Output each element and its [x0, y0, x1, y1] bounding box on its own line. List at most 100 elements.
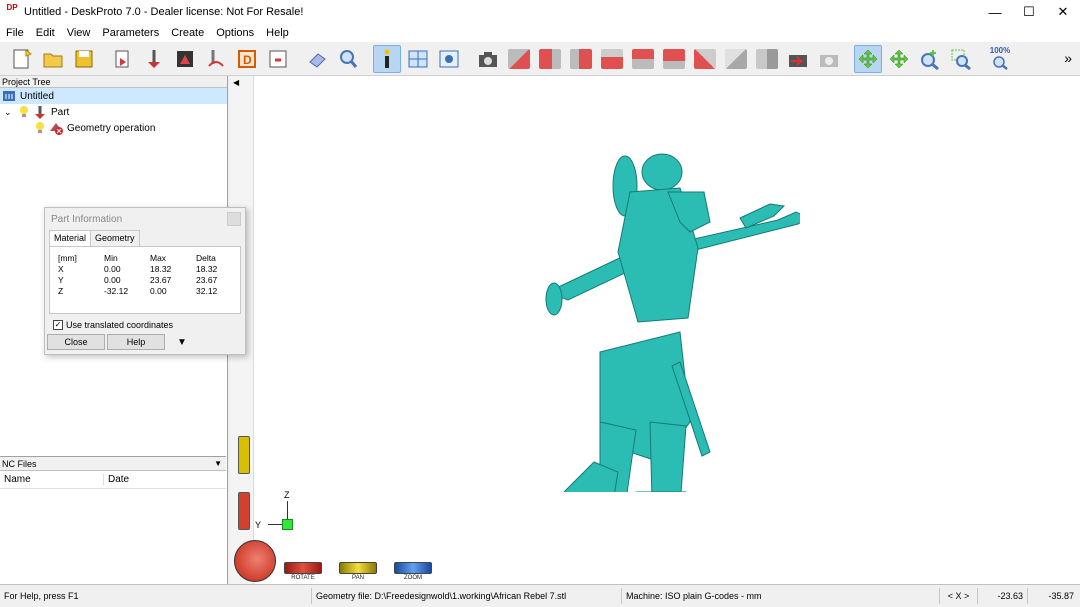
status-coord-label[interactable]: < X >	[940, 588, 978, 604]
cube-bottom-icon	[694, 48, 716, 69]
maximize-button[interactable]: ☐	[1012, 0, 1046, 24]
screenshot-button[interactable]	[474, 45, 502, 73]
toolpath-button[interactable]	[202, 45, 230, 73]
save-project-button[interactable]	[70, 45, 98, 73]
create-nc-button[interactable]: D	[233, 45, 261, 73]
menu-file[interactable]: File	[0, 27, 30, 39]
pan-mode-indicator[interactable]	[339, 562, 377, 574]
dialog-title-bar: Part Information	[45, 208, 245, 230]
menu-view[interactable]: View	[61, 27, 97, 39]
cube-gray2-icon	[756, 48, 778, 69]
checkbox-label: Use translated coordinates	[66, 320, 174, 330]
status-bar: For Help, press F1 Geometry file: D:\Fre…	[0, 584, 1080, 607]
zoom-window-button[interactable]	[947, 45, 975, 73]
pan-wheel[interactable]	[238, 436, 250, 474]
checkbox-checked-icon[interactable]: ✓	[53, 320, 63, 330]
status-help: For Help, press F1	[0, 588, 312, 604]
window-title: Untitled - DeskProto 7.0 - Dealer licens…	[24, 6, 304, 18]
table-cell: -32.12	[104, 286, 129, 296]
single-view-button[interactable]	[404, 45, 432, 73]
rotate-wheel[interactable]	[238, 492, 250, 530]
view-top-button[interactable]	[660, 45, 688, 73]
view-front-button[interactable]	[536, 45, 564, 73]
column-name[interactable]: Name	[0, 474, 104, 485]
cube-right-icon	[632, 48, 654, 69]
cube-gray-icon	[725, 48, 747, 69]
dialog-title: Part Information	[51, 213, 123, 225]
new-document-icon	[13, 48, 32, 68]
previous-view-button[interactable]	[784, 45, 812, 73]
close-button[interactable]: ✕	[1046, 0, 1080, 24]
pan-mode-button[interactable]	[885, 45, 913, 73]
tree-item-part[interactable]: ⌄ Part	[0, 104, 227, 120]
dropdown-icon[interactable]: ▼	[214, 459, 222, 468]
translated-coordinates-row[interactable]: ✓ Use translated coordinates	[53, 320, 245, 330]
view-right-button[interactable]	[629, 45, 657, 73]
lightbulb-icon[interactable]	[18, 105, 30, 119]
tree-item-geometry-operation[interactable]: Geometry operation	[0, 120, 227, 136]
chevron-down-icon[interactable]: ⌄	[4, 107, 18, 118]
minimize-button[interactable]: —	[978, 0, 1012, 24]
project-tree-header: Project Tree	[0, 76, 227, 88]
import-geometry-button[interactable]	[109, 45, 137, 73]
view-gray-button[interactable]	[722, 45, 750, 73]
menu-create[interactable]: Create	[165, 27, 210, 39]
part-information-dialog: Part Information Material Geometry [mm] …	[44, 207, 246, 355]
table-header: Min	[104, 253, 118, 263]
status-geometry-file: Geometry file: D:\Freedesignwold\1.worki…	[312, 588, 622, 604]
view-left-button[interactable]	[598, 45, 626, 73]
table-header: Delta	[196, 253, 216, 263]
close-dialog-button[interactable]: Close	[47, 334, 105, 350]
eraser-button[interactable]	[303, 45, 331, 73]
tab-geometry[interactable]: Geometry	[90, 230, 140, 246]
help-dialog-button[interactable]: Help	[107, 334, 165, 350]
cube-front-icon	[539, 48, 561, 69]
zoom-mode-button[interactable]	[916, 45, 944, 73]
collapse-arrow-icon[interactable]: ◀	[233, 78, 239, 87]
3d-model	[545, 153, 800, 492]
save-nc-button[interactable]	[264, 45, 292, 73]
next-view-button[interactable]	[815, 45, 843, 73]
zoom-in-icon	[921, 49, 939, 70]
tree-item-label: Untitled	[20, 90, 54, 102]
material-tab-body: [mm] Min Max Delta X 0.00 18.32 18.32 Y …	[49, 246, 241, 314]
dialog-close-icon[interactable]	[227, 212, 241, 226]
view-iso-button[interactable]	[505, 45, 533, 73]
3d-viewport[interactable]: ◀ Z Y ROTATE PAN ZOOM	[230, 76, 1080, 584]
eraser-icon	[309, 52, 326, 68]
lightbulb-icon[interactable]	[34, 121, 46, 135]
inspect-button[interactable]	[334, 45, 362, 73]
column-date[interactable]: Date	[104, 474, 129, 485]
operation-parameters-button[interactable]	[171, 45, 199, 73]
cube-top-icon	[663, 48, 685, 69]
toolbar-overflow[interactable]: »	[1064, 50, 1072, 66]
app-icon: DP	[6, 3, 18, 12]
menu-options[interactable]: Options	[210, 27, 260, 39]
table-cell: Y	[58, 275, 64, 285]
table-cell: 23.67	[196, 275, 218, 285]
toolpath-view-button[interactable]	[435, 45, 463, 73]
view-bottom-button[interactable]	[691, 45, 719, 73]
view-gray2-button[interactable]	[753, 45, 781, 73]
menu-edit[interactable]: Edit	[30, 27, 61, 39]
tree-item-untitled[interactable]: Untitled	[0, 88, 227, 104]
rotate-label: ROTATE	[291, 575, 315, 581]
expand-arrow-icon[interactable]: ▼	[177, 337, 187, 348]
zoom-fit-icon	[993, 56, 1008, 70]
rotate-mode-indicator[interactable]	[284, 562, 322, 574]
view-back-button[interactable]	[567, 45, 595, 73]
new-project-button[interactable]	[8, 45, 36, 73]
menu-help[interactable]: Help	[260, 27, 295, 39]
menu-parameters[interactable]: Parameters	[96, 27, 165, 39]
operation-error-icon	[50, 123, 63, 135]
open-project-button[interactable]	[39, 45, 67, 73]
rotate-dial[interactable]	[234, 540, 276, 582]
zoom-100-button[interactable]: 100%	[986, 45, 1014, 73]
nc-files-title: NC Files	[2, 458, 37, 469]
zoom-mode-indicator[interactable]	[394, 562, 432, 574]
rotate-mode-button[interactable]	[854, 44, 882, 73]
tab-material[interactable]: Material	[49, 230, 92, 246]
dimensions-table: [mm] Min Max Delta X 0.00 18.32 18.32 Y …	[58, 253, 240, 296]
part-parameters-button[interactable]	[140, 45, 168, 73]
info-button[interactable]	[373, 44, 401, 73]
